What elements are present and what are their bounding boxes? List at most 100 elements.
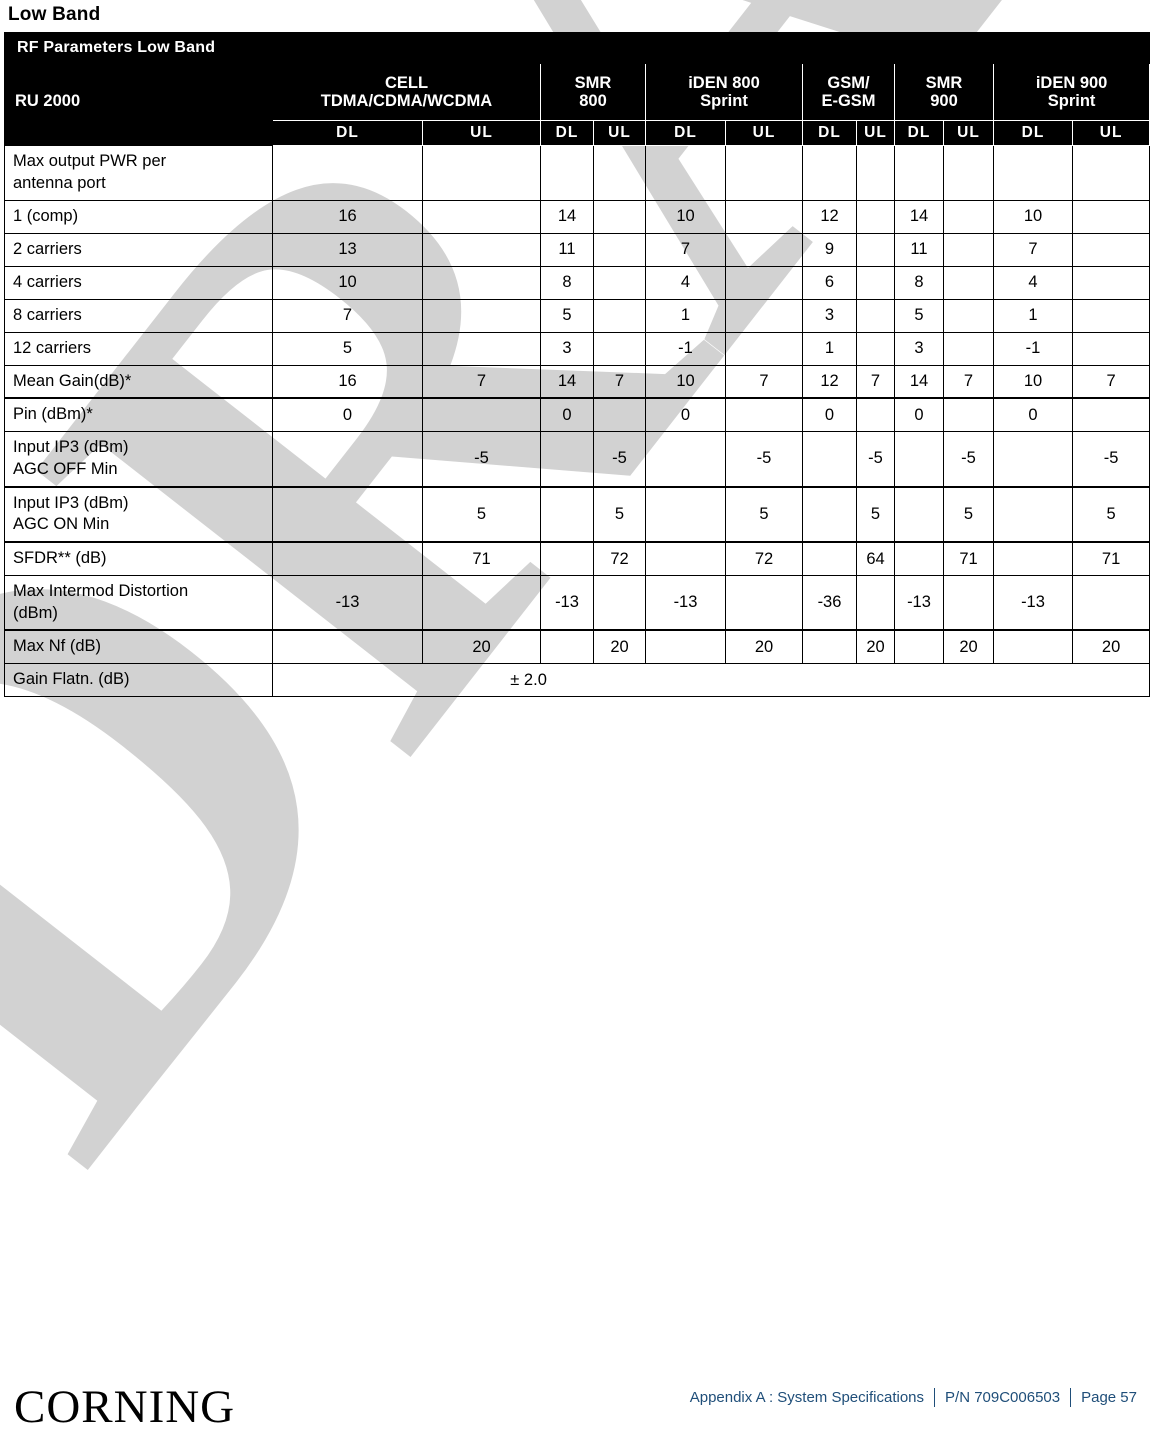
row-label: Pin (dBm)* (4, 397, 273, 433)
cell: 71 (422, 541, 541, 576)
cell: -5 (593, 431, 646, 488)
cell (894, 431, 944, 488)
cell (593, 199, 646, 234)
row-label: 4 carriers (4, 265, 273, 300)
cell: 5 (725, 485, 803, 543)
cell: 11 (894, 232, 944, 267)
cell (1071, 298, 1151, 333)
cell: 5 (856, 485, 895, 543)
cell: 7 (645, 232, 726, 267)
row-label-line1: Max Intermod Distortion (13, 581, 189, 600)
cell: -36 (802, 574, 857, 631)
cell (943, 145, 994, 201)
cell (943, 265, 994, 300)
cell (856, 331, 895, 366)
cell: 7 (856, 364, 895, 399)
cell: 20 (422, 629, 541, 665)
cell: 5 (422, 485, 541, 543)
cell (645, 431, 726, 488)
cell: -5 (1071, 431, 1151, 488)
cell-gain-flatness-value: ± 2.0 (271, 663, 1151, 698)
page-footer: CORNING Appendix A : System Specificatio… (0, 1353, 1153, 1433)
cell (993, 145, 1073, 201)
cell (894, 629, 944, 665)
cell (856, 397, 895, 433)
cell: 16 (272, 199, 423, 234)
subheader-ul-cell: UL (422, 120, 541, 146)
cell: 6 (802, 265, 857, 300)
table-row: Max Nf (dB) 20 20 20 20 20 20 (4, 629, 1151, 665)
cell: 7 (943, 364, 994, 399)
row-label: SFDR** (dB) (4, 541, 273, 576)
row-label-line1: Max output PWR per (13, 152, 167, 170)
cell: 10 (993, 364, 1073, 399)
cell: 7 (272, 298, 423, 333)
group-line1: SMR (574, 73, 612, 92)
cell (645, 485, 726, 543)
subheader-dl-gsm: DL (802, 120, 857, 146)
cell (802, 541, 857, 576)
page-content: Low Band RF Parameters Low Band RU 2000 … (0, 0, 1153, 698)
cell: 3 (894, 331, 944, 366)
group-header-cell-iden-800-sprint: iDEN 800 Sprint (645, 63, 803, 121)
group-header-cell-gsm-egsm: GSM/ E-GSM (802, 63, 895, 121)
table-row: Input IP3 (dBm) AGC OFF Min -5 -5 -5 -5 … (4, 431, 1151, 488)
cell: 10 (272, 265, 423, 300)
row-label: 8 carriers (4, 298, 273, 333)
cell: 0 (272, 397, 423, 433)
row-label: 2 carriers (4, 232, 273, 267)
table-row: 1 (comp) 16 14 10 12 14 10 (4, 199, 1151, 234)
cell: 14 (540, 199, 594, 234)
cell (593, 331, 646, 366)
cell: 20 (725, 629, 803, 665)
cell (1071, 397, 1151, 433)
table-row: 12 carriers 5 3 -1 1 3 -1 (4, 331, 1151, 366)
cell (725, 199, 803, 234)
group-line2: TDMA/CDMA/WCDMA (320, 92, 493, 110)
cell: 1 (993, 298, 1073, 333)
corning-logo: CORNING (14, 1381, 236, 1433)
cell (993, 541, 1073, 576)
subheader-ul-smr800: UL (593, 120, 646, 146)
cell (422, 574, 541, 631)
cell: 8 (540, 265, 594, 300)
group-line1: iDEN 800 (688, 73, 760, 92)
cell: -1 (993, 331, 1073, 366)
cell (943, 232, 994, 267)
table-row: 4 carriers 10 8 4 6 8 4 (4, 265, 1151, 300)
cell: 0 (802, 397, 857, 433)
cell: 20 (943, 629, 994, 665)
row-label: Max Intermod Distortion (dBm) (4, 574, 273, 631)
cell (540, 485, 594, 543)
cell: -13 (272, 574, 423, 631)
cell (593, 298, 646, 333)
group-line2: 900 (930, 92, 958, 110)
cell: -13 (993, 574, 1073, 631)
cell (943, 397, 994, 433)
group-line1: SMR (925, 73, 963, 92)
cell (856, 145, 895, 201)
row-label: Max Nf (dB) (4, 629, 273, 665)
cell (593, 574, 646, 631)
cell: 5 (540, 298, 594, 333)
cell: 72 (725, 541, 803, 576)
cell (725, 232, 803, 267)
row-label-line2: (dBm) (13, 603, 58, 622)
cell: 20 (593, 629, 646, 665)
cell: 4 (645, 265, 726, 300)
cell: 0 (993, 397, 1073, 433)
cell: 5 (1071, 485, 1151, 543)
cell (645, 541, 726, 576)
group-line1: CELL (384, 73, 429, 92)
cell: 10 (645, 199, 726, 234)
row-label: Input IP3 (dBm) AGC OFF Min (4, 431, 273, 488)
cell: 10 (993, 199, 1073, 234)
cell: 14 (894, 364, 944, 399)
cell: 0 (894, 397, 944, 433)
cell (422, 397, 541, 433)
cell: 5 (593, 485, 646, 543)
cell: -5 (943, 431, 994, 488)
cell: -13 (645, 574, 726, 631)
row-label-line1: Input IP3 (dBm) (13, 493, 129, 512)
table-row: SFDR** (dB) 71 72 72 64 71 71 (4, 541, 1151, 576)
